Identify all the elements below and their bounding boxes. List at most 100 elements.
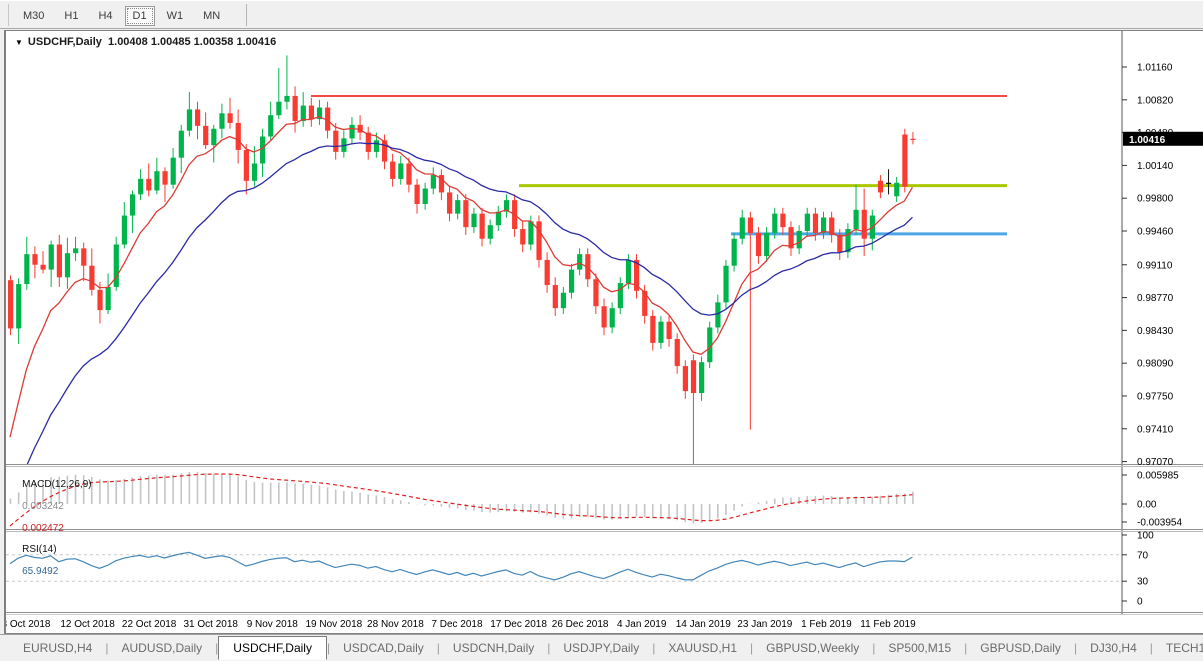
candle (284, 96, 289, 102)
candle (715, 302, 720, 327)
candle (471, 214, 476, 228)
tab-eurusd-h4[interactable]: EURUSD,H4 (10, 637, 105, 659)
chart-symbol-label: USDCHF,Daily (28, 36, 102, 48)
candle (301, 106, 306, 121)
svg-text:-0.003954: -0.003954 (1137, 518, 1182, 529)
candle (154, 171, 159, 190)
candle (114, 245, 119, 287)
candle (138, 179, 143, 194)
timeframe-button-h1[interactable]: H1 (56, 6, 86, 26)
svg-text:1 Feb 2019: 1 Feb 2019 (801, 619, 852, 630)
svg-text:26 Dec 2018: 26 Dec 2018 (552, 619, 609, 630)
svg-text:0.99460: 0.99460 (1137, 226, 1174, 237)
candle (309, 106, 314, 120)
candle (528, 221, 533, 244)
tab-audusd-daily[interactable]: AUDUSD,Daily (108, 637, 215, 659)
toolbar-divider (246, 4, 247, 26)
svg-text:12 Oct 2018: 12 Oct 2018 (60, 619, 115, 630)
candle (146, 179, 151, 191)
rsi-indicator-label: RSI(14) 65.9492 (11, 533, 58, 588)
candle (423, 189, 428, 204)
candle (32, 254, 37, 265)
candle (73, 248, 78, 253)
tab-dj30-h4[interactable]: DJ30,H4 (1077, 637, 1150, 659)
candle (398, 163, 403, 178)
candle (463, 200, 468, 227)
candle (699, 362, 704, 393)
svg-text:1.00820: 1.00820 (1137, 95, 1174, 106)
candle (203, 126, 208, 145)
tab-sp500-m15[interactable]: SP500,M15 (875, 637, 964, 659)
chart-title: ▼ USDCHF,Daily 1.00408 1.00485 1.00358 1… (15, 36, 276, 48)
tab-usdcad-daily[interactable]: USDCAD,Daily (330, 637, 437, 659)
toolbar-divider (8, 4, 9, 26)
candle (813, 214, 818, 233)
chart-ohlc-values: 1.00408 1.00485 1.00358 1.00416 (108, 36, 276, 48)
svg-text:31 Oct 2018: 31 Oct 2018 (183, 619, 238, 630)
svg-text:0.97070: 0.97070 (1137, 457, 1174, 468)
candle (488, 225, 493, 239)
svg-text:0.00: 0.00 (1137, 500, 1157, 511)
candle (268, 115, 273, 136)
candle (536, 221, 541, 260)
price-chart-canvas[interactable]: 1.011601.008201.004801.001400.998000.994… (6, 31, 1203, 633)
candle (732, 239, 737, 266)
svg-text:4 Jan 2019: 4 Jan 2019 (617, 619, 667, 630)
candle (219, 113, 224, 128)
timeframe-toolbar: M30H1H4D1W1MN (0, 0, 1203, 29)
tab-xauusd-h1[interactable]: XAUUSD,H1 (655, 637, 750, 659)
candle (228, 113, 233, 123)
timeframe-button-h4[interactable]: H4 (90, 6, 120, 26)
svg-text:0.97750: 0.97750 (1137, 391, 1174, 402)
candle (723, 266, 728, 303)
candle (57, 245, 62, 278)
svg-text:0.98430: 0.98430 (1137, 326, 1174, 337)
svg-text:100: 100 (1137, 531, 1154, 542)
tab-gbpusd-weekly[interactable]: GBPUSD,Weekly (753, 637, 872, 659)
macd-main-value: 0.003242 (22, 501, 64, 512)
candle (480, 214, 485, 239)
candle (455, 200, 460, 214)
candle (520, 229, 525, 244)
timeframe-button-mn[interactable]: MN (195, 6, 228, 26)
candle (894, 183, 899, 197)
candle (431, 175, 436, 189)
tab-tech100-h1[interactable]: TECH100,H1 (1153, 637, 1203, 659)
svg-text:0.97410: 0.97410 (1137, 424, 1174, 435)
tab-usdchf-daily[interactable]: USDCHF,Daily (218, 636, 327, 660)
candle (349, 125, 354, 139)
tab-usdjpy-daily[interactable]: USDJPY,Daily (550, 637, 652, 659)
candle (333, 131, 338, 152)
svg-text:1.00140: 1.00140 (1137, 161, 1174, 172)
tab-gbpusd-daily[interactable]: GBPUSD,Daily (967, 637, 1074, 659)
candle (49, 245, 54, 270)
svg-text:30: 30 (1137, 577, 1149, 588)
candle (390, 162, 395, 179)
candle (276, 102, 281, 116)
svg-text:3 Oct 2018: 3 Oct 2018 (6, 619, 51, 630)
candle (618, 283, 623, 308)
candle (545, 260, 550, 285)
candle (211, 129, 216, 145)
svg-text:7 Dec 2018: 7 Dec 2018 (431, 619, 483, 630)
candle (553, 285, 558, 308)
candle (41, 265, 46, 270)
candle (626, 260, 631, 283)
candle (106, 287, 111, 310)
svg-text:0: 0 (1137, 597, 1143, 608)
svg-text:0.98770: 0.98770 (1137, 293, 1174, 304)
candle (447, 192, 452, 213)
timeframe-button-m30[interactable]: M30 (15, 6, 52, 26)
candle (496, 212, 501, 226)
timeframe-button-w1[interactable]: W1 (159, 6, 192, 26)
candle (8, 280, 13, 328)
timeframe-button-d1[interactable]: D1 (125, 6, 155, 26)
rsi-value: 65.9492 (22, 566, 58, 577)
svg-text:14 Jan 2019: 14 Jan 2019 (676, 619, 731, 630)
tab-usdcnh-daily[interactable]: USDCNH,Daily (440, 637, 547, 659)
svg-text:22 Oct 2018: 22 Oct 2018 (122, 619, 177, 630)
candle (756, 233, 761, 256)
candle (740, 217, 745, 238)
candle (780, 214, 785, 228)
svg-text:28 Nov 2018: 28 Nov 2018 (367, 619, 424, 630)
